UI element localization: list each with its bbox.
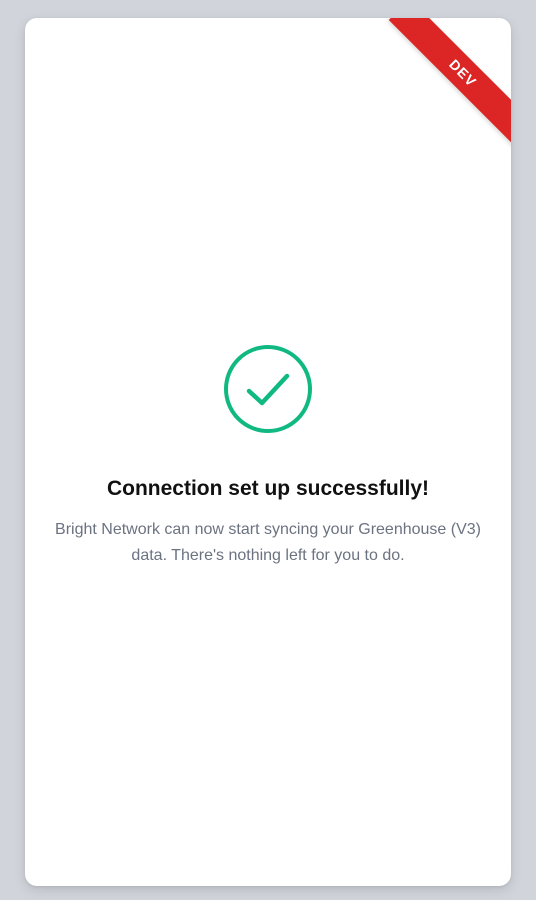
success-message: Bright Network can now start syncing you… [55,521,481,564]
success-title: Connection set up successfully! [106,477,430,500]
success-content: Connection set up successfully! Bright N… [25,343,511,569]
success-card: DEV Connection set up successfully! Brig… [25,18,511,886]
check-circle-icon [224,345,312,433]
dev-ribbon: DEV [388,18,511,148]
